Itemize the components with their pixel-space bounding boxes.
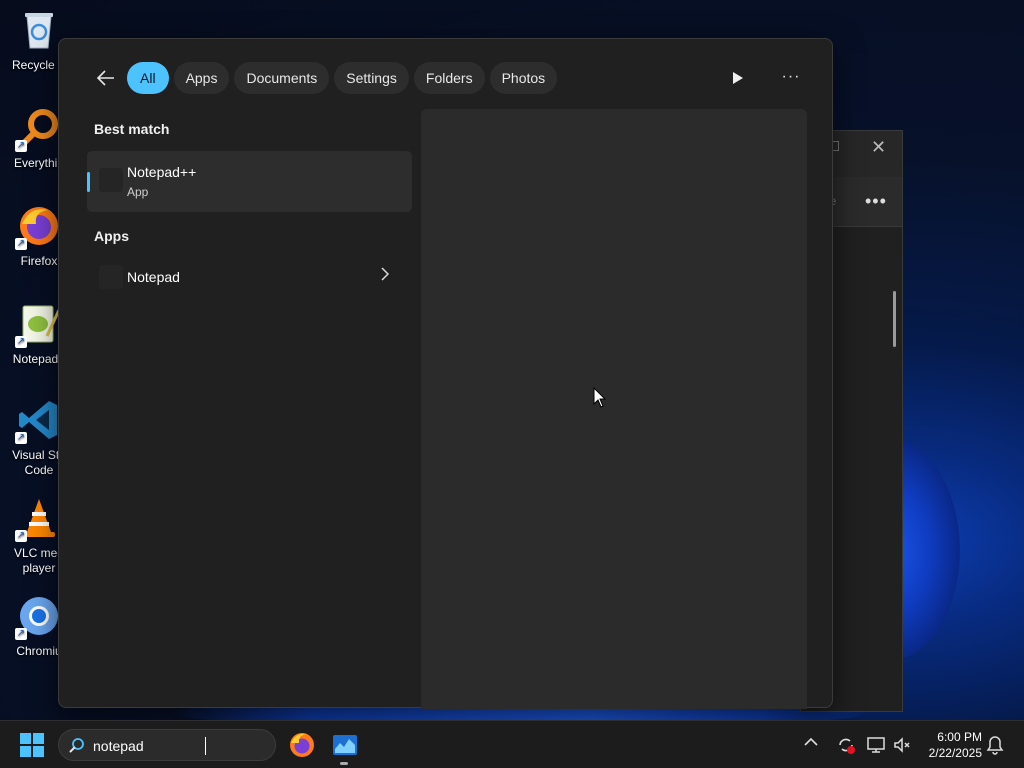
taskbar-search-input[interactable] bbox=[93, 736, 263, 756]
back-button[interactable] bbox=[93, 65, 119, 91]
selection-accent bbox=[87, 172, 90, 192]
filter-all[interactable]: All bbox=[127, 62, 169, 94]
best-match-title: Notepad++ bbox=[127, 164, 197, 180]
best-match-result[interactable]: Notepad++ App bbox=[87, 151, 412, 212]
firefox-icon: ↗ bbox=[15, 204, 61, 250]
mouse-cursor-icon bbox=[593, 386, 607, 414]
filter-folders[interactable]: Folders bbox=[413, 62, 485, 94]
chromium-icon: ↗ bbox=[15, 594, 61, 640]
recycle-bin-icon bbox=[17, 8, 61, 52]
search-filter-chips: All Apps Documents Settings Folders Phot… bbox=[127, 62, 558, 94]
close-icon[interactable]: ✕ bbox=[871, 137, 886, 158]
notepad-app-icon bbox=[99, 265, 123, 289]
filter-photos[interactable]: Photos bbox=[489, 62, 558, 94]
play-icon bbox=[733, 72, 743, 84]
shortcut-arrow-icon: ↗ bbox=[15, 530, 27, 542]
best-match-heading: Best match bbox=[94, 121, 170, 137]
notepad-plus-plus-icon: ↗ bbox=[15, 302, 61, 348]
shortcut-arrow-icon: ↗ bbox=[15, 432, 27, 444]
best-match-subtitle: App bbox=[127, 185, 149, 199]
shortcut-arrow-icon: ↗ bbox=[15, 336, 27, 348]
shortcut-arrow-icon: ↗ bbox=[15, 140, 27, 152]
filter-settings[interactable]: Settings bbox=[334, 62, 409, 94]
taskbar: 6:00 PM 2/22/2025 bbox=[0, 720, 1024, 768]
volume-muted-icon[interactable] bbox=[892, 735, 912, 755]
result-preview-pane bbox=[421, 109, 807, 709]
tray-overflow-chevron-icon[interactable] bbox=[804, 734, 818, 750]
vscode-icon: ↗ bbox=[15, 398, 61, 444]
notification-bell-icon[interactable] bbox=[986, 735, 1006, 755]
shortcut-arrow-icon: ↗ bbox=[15, 628, 27, 640]
task-manager-icon bbox=[333, 735, 357, 755]
text-caret bbox=[205, 737, 206, 755]
running-app-indicator bbox=[340, 762, 348, 765]
filter-apps[interactable]: Apps bbox=[173, 62, 230, 94]
back-arrow-icon bbox=[97, 70, 114, 86]
taskbar-task-manager-button[interactable] bbox=[331, 731, 359, 759]
scrollbar-thumb[interactable] bbox=[893, 291, 896, 347]
clock-date: 2/22/2025 bbox=[928, 746, 982, 760]
sync-update-icon[interactable] bbox=[836, 735, 856, 755]
everything-search-icon: ↗ bbox=[15, 106, 61, 152]
more-options-icon[interactable]: ••• bbox=[865, 191, 887, 212]
more-options-button[interactable]: ··· bbox=[779, 67, 803, 89]
app-result-title: Notepad bbox=[127, 269, 180, 285]
app-result-notepad[interactable]: Notepad bbox=[87, 261, 412, 293]
taskbar-firefox-button[interactable] bbox=[288, 731, 316, 759]
taskbar-clock[interactable]: 6:00 PM 2/22/2025 bbox=[920, 729, 982, 761]
play-button[interactable] bbox=[727, 67, 749, 89]
filter-documents[interactable]: Documents bbox=[234, 62, 330, 94]
start-search-flyout: All Apps Documents Settings Folders Phot… bbox=[58, 38, 833, 709]
start-button[interactable] bbox=[20, 733, 44, 757]
vlc-icon: ↗ bbox=[15, 496, 61, 542]
firefox-icon bbox=[290, 733, 314, 757]
clock-time: 6:00 PM bbox=[937, 730, 982, 744]
apps-heading: Apps bbox=[94, 228, 129, 244]
notepad-plus-plus-app-icon bbox=[99, 168, 123, 192]
taskbar-search-box[interactable] bbox=[58, 729, 276, 761]
windows-logo-icon bbox=[20, 733, 31, 744]
search-icon bbox=[69, 738, 84, 753]
network-icon[interactable] bbox=[866, 735, 886, 755]
shortcut-arrow-icon: ↗ bbox=[15, 238, 27, 250]
chevron-right-icon[interactable] bbox=[381, 267, 390, 286]
